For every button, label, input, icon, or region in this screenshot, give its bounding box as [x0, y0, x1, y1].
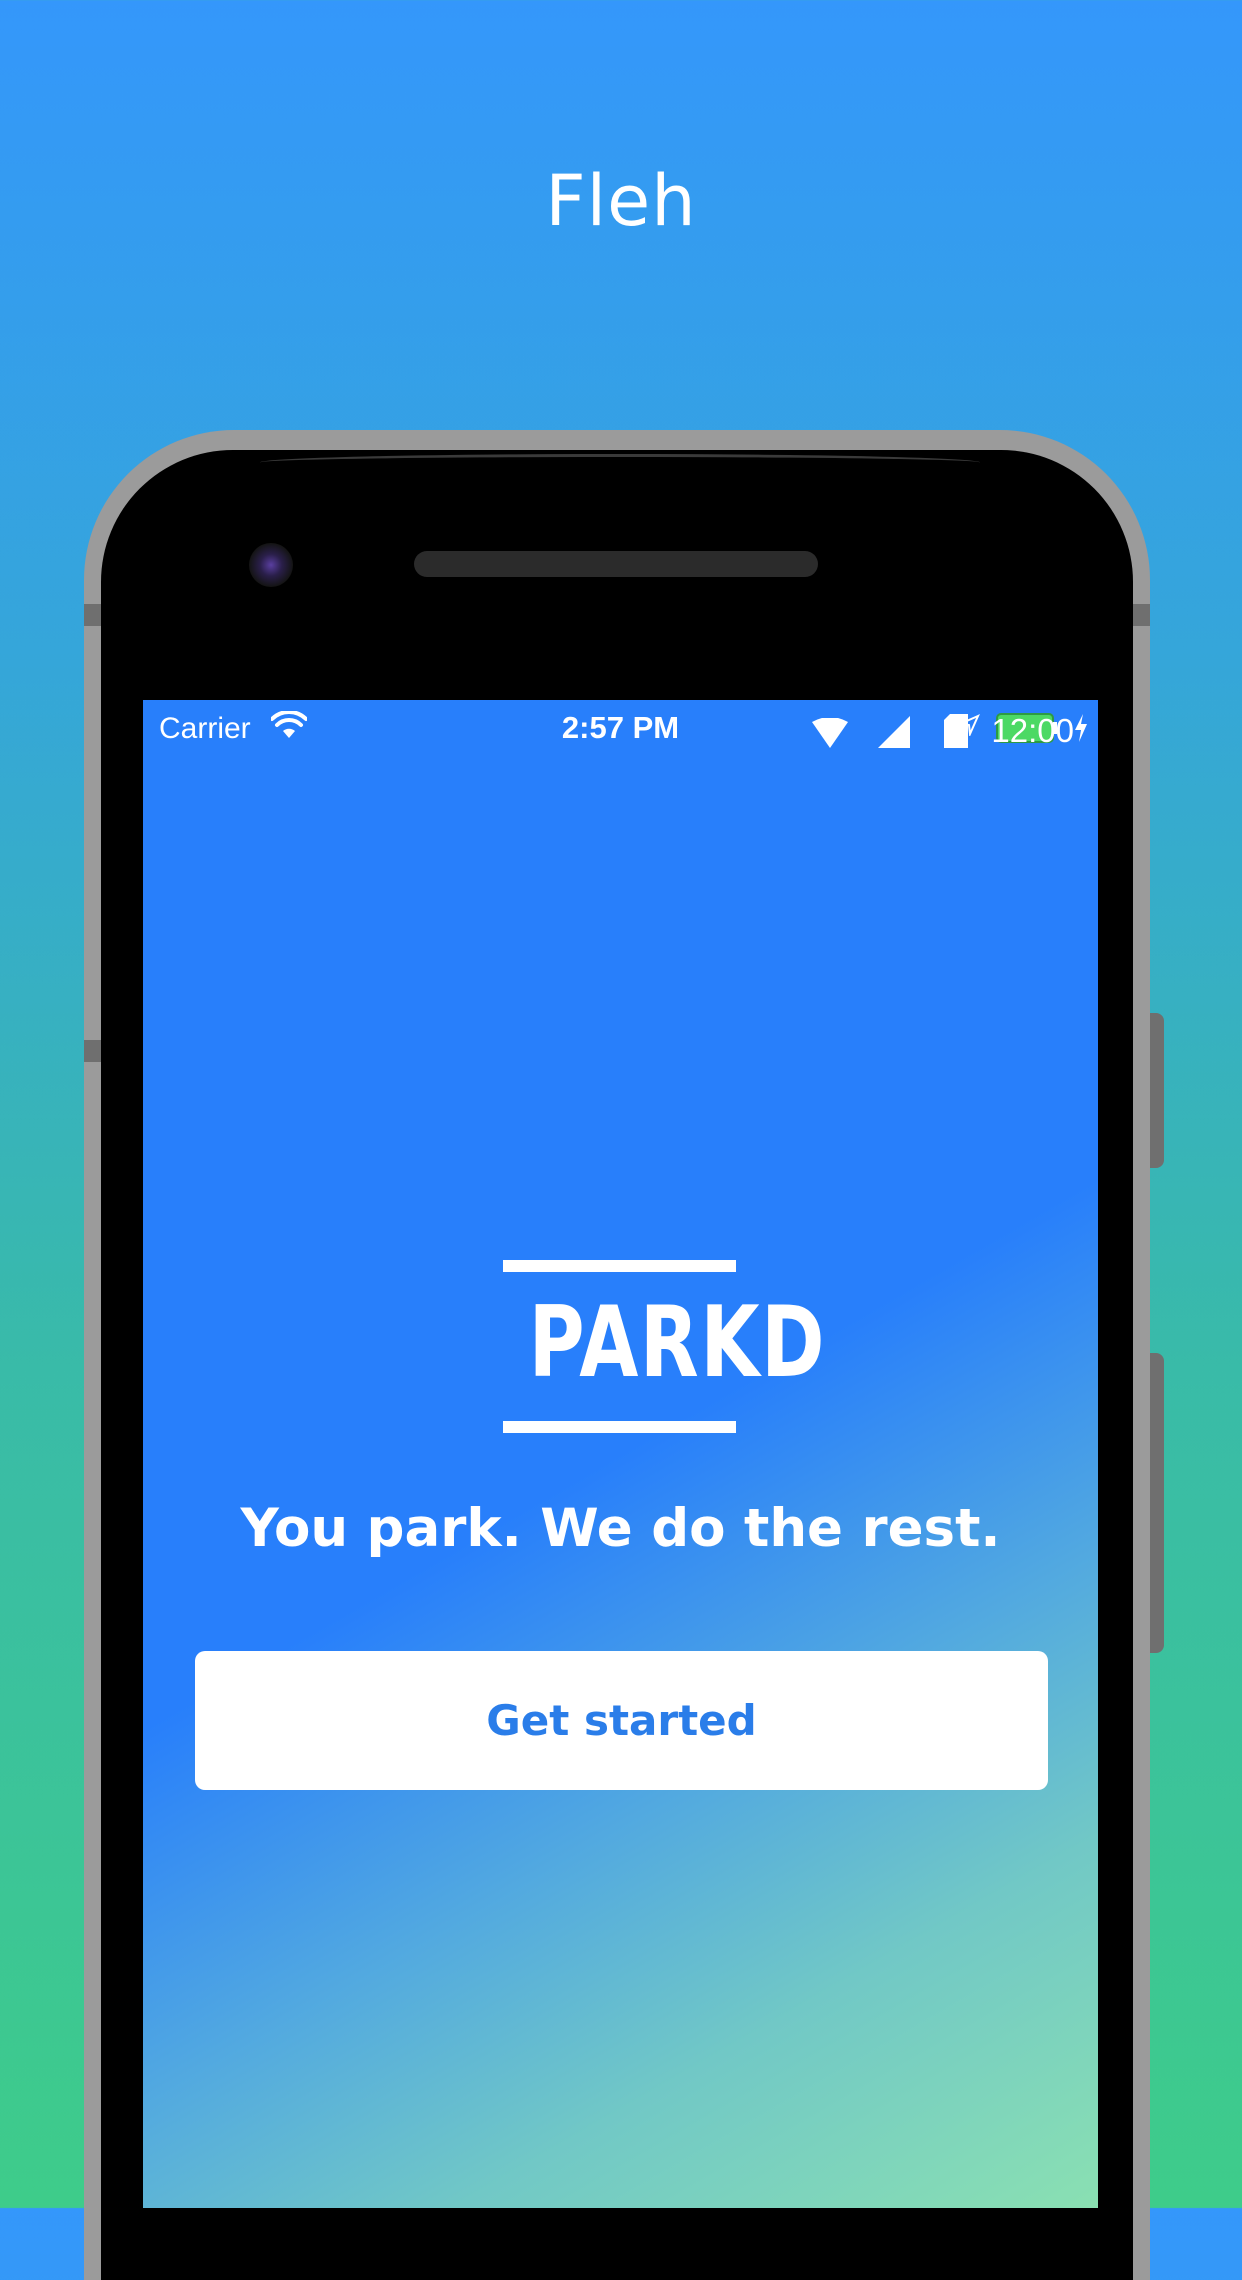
earpiece-speaker [414, 551, 818, 577]
phone-shine [260, 454, 980, 471]
tagline: You park. We do the rest. [240, 1498, 1001, 1559]
logo-bottom-bar [503, 1421, 736, 1433]
charging-icon [1074, 714, 1088, 747]
phone-power-button [1150, 1013, 1164, 1168]
front-camera [249, 543, 293, 587]
logo-wordmark: PARKD [528, 1286, 827, 1400]
logo-top-bar [503, 1260, 736, 1272]
android-wifi-icon [812, 717, 848, 755]
get-started-button[interactable]: Get started [195, 1651, 1048, 1790]
phone-side-button-right-top [1133, 604, 1150, 626]
get-started-label: Get started [486, 1696, 757, 1745]
phone-side-button-left-top [84, 604, 101, 626]
app-screen: Carrier 2:57 PM 12:00 PARKD You park. We… [143, 700, 1098, 2208]
location-icon [956, 714, 980, 741]
phone-volume-button [1150, 1353, 1164, 1653]
parkd-logo: PARKD [503, 1260, 827, 1433]
status-bar: Carrier 2:57 PM 12:00 [143, 700, 1098, 756]
phone-side-button-left-bottom [84, 1040, 101, 1062]
signal-icon [878, 716, 910, 753]
android-clock: 12:00 [991, 712, 1074, 749]
headline: Fleh [545, 160, 697, 242]
